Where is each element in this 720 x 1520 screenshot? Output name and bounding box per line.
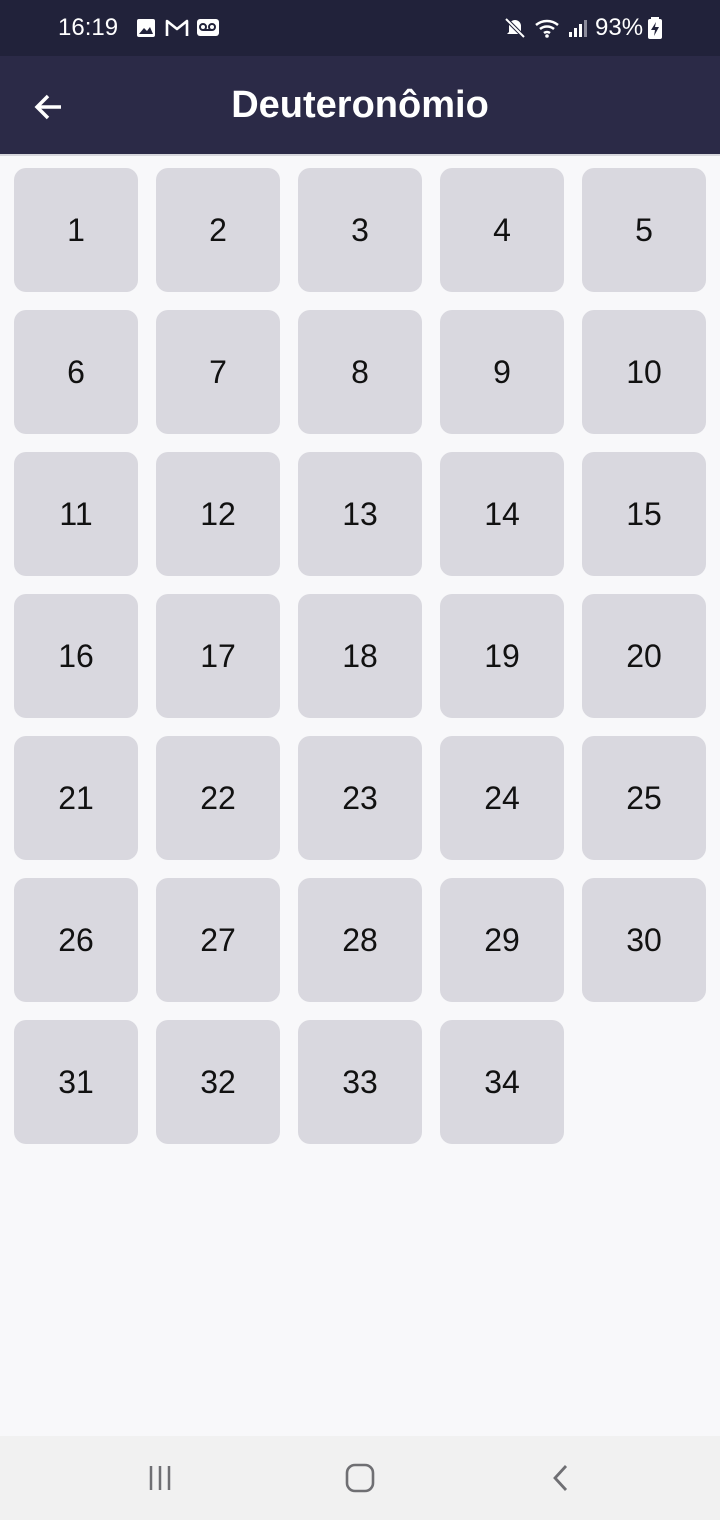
chapter-tile-5[interactable]: 5 bbox=[582, 168, 706, 292]
chapter-tile-21[interactable]: 21 bbox=[14, 736, 138, 860]
chapter-tile-26[interactable]: 26 bbox=[14, 878, 138, 1002]
chapter-tile-29[interactable]: 29 bbox=[440, 878, 564, 1002]
chapter-tile-33[interactable]: 33 bbox=[298, 1020, 422, 1144]
gallery-icon bbox=[134, 16, 158, 40]
battery-percent: 93% bbox=[595, 14, 644, 41]
chapter-tile-19[interactable]: 19 bbox=[440, 594, 564, 718]
chapter-tile-8[interactable]: 8 bbox=[298, 310, 422, 434]
signal-icon bbox=[566, 16, 590, 40]
chapter-tile-4[interactable]: 4 bbox=[440, 168, 564, 292]
chapter-tile-3[interactable]: 3 bbox=[298, 168, 422, 292]
chapter-tile-27[interactable]: 27 bbox=[156, 878, 280, 1002]
chapter-tile-13[interactable]: 13 bbox=[298, 452, 422, 576]
chapter-tile-7[interactable]: 7 bbox=[156, 310, 280, 434]
chapter-tile-17[interactable]: 17 bbox=[156, 594, 280, 718]
home-icon bbox=[345, 1463, 375, 1493]
mute-icon bbox=[503, 16, 527, 40]
chapter-tile-10[interactable]: 10 bbox=[582, 310, 706, 434]
chapter-tile-12[interactable]: 12 bbox=[156, 452, 280, 576]
home-button[interactable] bbox=[336, 1454, 384, 1502]
page-title: Deuteronômio bbox=[231, 84, 489, 126]
battery-charging-icon bbox=[646, 16, 670, 40]
app-bar: Deuteronômio bbox=[0, 56, 720, 154]
navigation-bar bbox=[0, 1436, 720, 1520]
chapter-tile-34[interactable]: 34 bbox=[440, 1020, 564, 1144]
chapter-tile-14[interactable]: 14 bbox=[440, 452, 564, 576]
chapter-tile-20[interactable]: 20 bbox=[582, 594, 706, 718]
recent-apps-icon bbox=[149, 1466, 171, 1490]
chapter-tile-25[interactable]: 25 bbox=[582, 736, 706, 860]
chapter-tile-30[interactable]: 30 bbox=[582, 878, 706, 1002]
chapter-tile-16[interactable]: 16 bbox=[14, 594, 138, 718]
chapter-tile-32[interactable]: 32 bbox=[156, 1020, 280, 1144]
chapter-tile-2[interactable]: 2 bbox=[156, 168, 280, 292]
chapter-grid: 1 2 3 4 5 6 7 8 9 10 11 12 13 14 15 16 17 18 19 20 21 22 23 24 2… bbox=[14, 168, 706, 1144]
chapter-tile-31[interactable]: 31 bbox=[14, 1020, 138, 1144]
chapter-tile-22[interactable]: 22 bbox=[156, 736, 280, 860]
recent-apps-button[interactable] bbox=[136, 1454, 184, 1502]
header-divider bbox=[0, 154, 720, 156]
chapter-tile-11[interactable]: 11 bbox=[14, 452, 138, 576]
gmail-icon bbox=[164, 16, 189, 40]
chapter-tile-24[interactable]: 24 bbox=[440, 736, 564, 860]
chapter-tile-9[interactable]: 9 bbox=[440, 310, 564, 434]
chapter-tile-28[interactable]: 28 bbox=[298, 878, 422, 1002]
chapter-tile-1[interactable]: 1 bbox=[14, 168, 138, 292]
system-back-button[interactable] bbox=[538, 1454, 586, 1502]
voicemail-icon bbox=[196, 16, 220, 40]
chapter-tile-18[interactable]: 18 bbox=[298, 594, 422, 718]
status-time: 16:19 bbox=[58, 14, 119, 41]
chapter-tile-23[interactable]: 23 bbox=[298, 736, 422, 860]
status-bar: 16:19 93% bbox=[0, 0, 720, 56]
back-icon bbox=[553, 1465, 568, 1491]
wifi-icon bbox=[534, 16, 559, 40]
chapter-tile-6[interactable]: 6 bbox=[14, 310, 138, 434]
chapter-tile-15[interactable]: 15 bbox=[582, 452, 706, 576]
